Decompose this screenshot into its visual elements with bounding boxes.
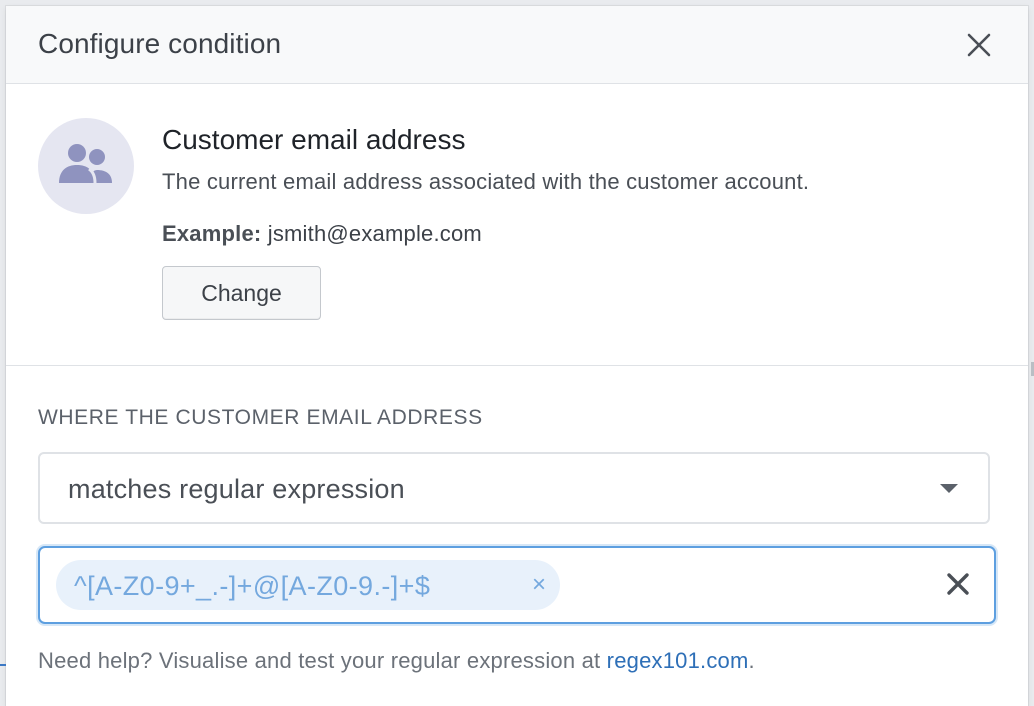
example-label: Example: (162, 221, 262, 246)
example-value: jsmith@example.com (267, 221, 482, 246)
caret-down-icon (940, 484, 958, 493)
regex101-link[interactable]: regex101.com (607, 648, 749, 673)
field-title: Customer email address (162, 124, 466, 155)
operator-select-value: matches regular expression (68, 474, 405, 504)
condition-section-label: WHERE THE CUSTOMER EMAIL ADDRESS (38, 406, 483, 429)
field-summary: Customer email address The current email… (6, 84, 1028, 366)
background-accent (0, 664, 6, 666)
dialog-title: Configure condition (38, 28, 282, 59)
help-text-prefix: Need help? Visualise and test your regul… (38, 648, 607, 673)
regex-values-input[interactable]: ^[A-Z0-9+_.-]+@[A-Z0-9.-]+$ × (38, 546, 996, 624)
field-example: Example: jsmith@example.com (162, 221, 482, 247)
dialog-header: Configure condition (6, 6, 1028, 84)
chip-remove-icon[interactable]: × (532, 571, 546, 599)
change-button[interactable]: Change (162, 266, 321, 320)
users-icon (59, 144, 112, 184)
help-text-suffix: . (748, 648, 755, 673)
close-icon (967, 33, 991, 57)
clear-icon (947, 573, 969, 595)
operator-select[interactable]: matches regular expression (38, 452, 990, 524)
field-description: The current email address associated wit… (162, 169, 810, 194)
clear-values-button[interactable] (946, 572, 970, 596)
value-chip: ^[A-Z0-9+_.-]+@[A-Z0-9.-]+$ × (56, 560, 560, 610)
avatar (38, 118, 134, 214)
close-button[interactable] (966, 32, 992, 58)
regex-help-text: Need help? Visualise and test your regul… (38, 648, 755, 674)
configure-condition-dialog: Configure condition Customer email addre… (6, 6, 1028, 706)
value-chip-text: ^[A-Z0-9+_.-]+@[A-Z0-9.-]+$ (74, 571, 431, 601)
